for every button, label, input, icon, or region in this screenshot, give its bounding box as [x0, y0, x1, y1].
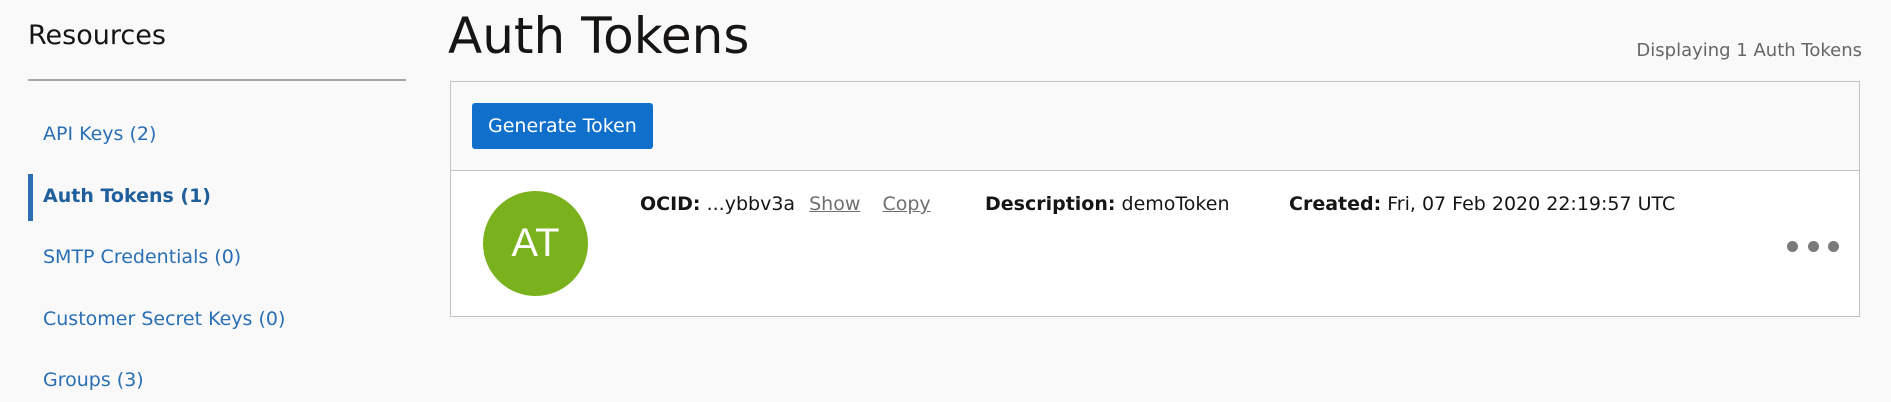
page-title: Auth Tokens [448, 7, 750, 65]
ocid-value: ...ybbv3a [706, 193, 796, 215]
created-value: Fri, 07 Feb 2020 22:19:57 UTC [1387, 193, 1676, 215]
panel-toolbar: Generate Token [451, 82, 1859, 171]
avatar: AT [483, 191, 588, 296]
auth-tokens-panel: Generate Token AT OCID: ...ybbv3a Show C… [450, 81, 1860, 317]
sidebar-divider [28, 79, 406, 81]
dot [1787, 240, 1798, 252]
generate-token-button[interactable]: Generate Token [472, 103, 653, 149]
sidebar-item-auth-tokens[interactable]: Auth Tokens (1) [28, 166, 406, 228]
dot [1807, 240, 1819, 252]
created-label: Created: [1289, 193, 1382, 215]
ocid-label: OCID: [640, 193, 701, 215]
created-field: Created: Fri, 07 Feb 2020 22:19:57 UTC [1289, 193, 1675, 215]
description-field: Description: demoToken [985, 193, 1230, 215]
sidebar-item-smtp-credentials[interactable]: SMTP Credentials (0) [28, 227, 406, 289]
description-label: Description: [985, 193, 1116, 215]
show-ocid-link[interactable]: Show [809, 193, 860, 215]
copy-ocid-link[interactable]: Copy [882, 193, 930, 215]
sidebar-list: API Keys (2) Auth Tokens (1) SMTP Creden… [28, 104, 406, 402]
sidebar-item-groups[interactable]: Groups (3) [28, 350, 406, 402]
sidebar-item-api-keys[interactable]: API Keys (2) [28, 104, 406, 166]
dot [1828, 240, 1839, 252]
more-horizontal-icon[interactable] [1787, 233, 1839, 259]
ocid-field: OCID: ...ybbv3a Show Copy [640, 193, 931, 215]
page: Resources API Keys (2) Auth Tokens (1) S… [0, 0, 1891, 402]
sidebar-title: Resources [28, 20, 166, 51]
description-value: demoToken [1121, 193, 1230, 215]
sidebar-item-customer-secret-keys[interactable]: Customer Secret Keys (0) [28, 289, 406, 351]
token-row: AT OCID: ...ybbv3a Show Copy Description… [451, 171, 1859, 316]
display-count: Displaying 1 Auth Tokens [1636, 40, 1862, 61]
